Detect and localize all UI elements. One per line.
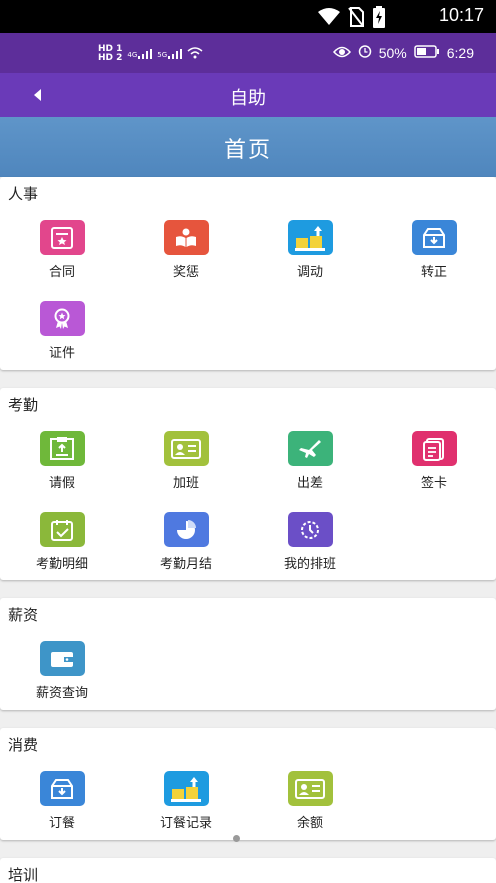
regularize-icon (411, 220, 457, 255)
banner-title: 首页 (223, 138, 272, 163)
monthly-close-label: 考勤月结 (159, 557, 212, 572)
battery-charging-icon (372, 6, 386, 32)
section-title: 薪资 (8, 606, 39, 624)
trip-plane-icon (287, 431, 333, 466)
contract-item[interactable]: 合同 (12, 220, 112, 280)
section-title: 培训 (8, 866, 39, 883)
signal-5g-icon: 5G (157, 49, 183, 59)
signal-4g-icon: 4G (127, 49, 153, 59)
alarm-icon (358, 44, 372, 61)
section-personnel: 人事 合同 奖惩 调动 转正 证件 (0, 177, 496, 370)
schedule-clock-icon (287, 512, 333, 547)
order-meal-item[interactable]: 订餐 (12, 771, 112, 831)
section-attendance: 考勤 请假 加班 出差 签卡 考勤明细 考勤月结 我的排班 (0, 388, 496, 580)
section-consumption: 消费 订餐 订餐记录 余额 (0, 728, 496, 840)
battery-icon (414, 44, 440, 61)
sign-card-item[interactable]: 签卡 (384, 431, 484, 491)
reward-book-icon (163, 220, 209, 255)
page-title: 自助 (230, 88, 266, 109)
overtime-item[interactable]: 加班 (136, 431, 236, 491)
balance-card-icon (287, 771, 333, 806)
my-schedule-item[interactable]: 我的排班 (260, 512, 360, 572)
certificate-label: 证件 (48, 346, 75, 361)
balance-item[interactable]: 余额 (260, 771, 360, 831)
regularize-item[interactable]: 转正 (384, 220, 484, 280)
net-label-1: 4G (127, 51, 138, 59)
balance-label: 余额 (296, 816, 323, 831)
trip-label: 出差 (296, 476, 323, 491)
wallet-icon (39, 641, 85, 676)
system-status-bar: 10:17 (0, 0, 496, 33)
transfer-item[interactable]: 调动 (260, 220, 360, 280)
transfer-label: 调动 (296, 265, 323, 280)
system-clock: 10:17 (438, 5, 484, 25)
contract-label: 合同 (48, 265, 75, 280)
certificate-item[interactable]: 证件 (12, 301, 112, 361)
phone-clock: 6:29 (446, 44, 474, 61)
overtime-icon (163, 431, 209, 466)
certificate-icon (39, 301, 85, 336)
attendance-detail-label: 考勤明细 (35, 557, 88, 572)
monthly-pie-icon (163, 512, 209, 547)
order-meal-label: 订餐 (48, 816, 75, 831)
attendance-detail-item[interactable]: 考勤明细 (12, 512, 112, 572)
salary-query-item[interactable]: 薪资查询 (12, 641, 112, 701)
overtime-label: 加班 (172, 476, 199, 491)
section-training: 培训 (0, 858, 496, 883)
section-title: 考勤 (8, 396, 39, 414)
leave-item[interactable]: 请假 (12, 431, 112, 491)
trip-item[interactable]: 出差 (260, 431, 360, 491)
sign-card-icon (411, 431, 457, 466)
phone-status-bar: HD 1 HD 2 4G 5G 50% 6:29 (0, 33, 496, 73)
section-title: 人事 (8, 185, 39, 203)
order-record-icon (163, 771, 209, 806)
wifi-icon (318, 8, 340, 30)
hd-signal-icon: HD 1 HD 2 (98, 45, 122, 63)
sign-card-label: 签卡 (420, 476, 447, 491)
reward-label: 奖惩 (172, 265, 199, 280)
order-record-item[interactable]: 订餐记录 (136, 771, 236, 831)
order-tray-icon (39, 771, 85, 806)
section-title: 消费 (8, 736, 39, 754)
wifi-status-icon (187, 46, 203, 62)
app-title-bar: 自助 (0, 73, 496, 117)
home-banner: 首页 (0, 117, 496, 177)
contract-icon (39, 220, 85, 255)
order-record-label: 订餐记录 (159, 816, 212, 831)
monthly-close-item[interactable]: 考勤月结 (136, 512, 236, 572)
hd2-label: HD 2 (98, 53, 123, 63)
attendance-detail-icon (39, 512, 85, 547)
regularize-label: 转正 (420, 265, 447, 280)
salary-query-label: 薪资查询 (35, 686, 88, 701)
eye-icon (332, 45, 351, 61)
no-sim-icon (348, 7, 364, 31)
page-indicator-dot (233, 835, 240, 842)
reward-item[interactable]: 奖惩 (136, 220, 236, 280)
battery-percent: 50% (378, 44, 407, 61)
section-salary: 薪资 薪资查询 (0, 598, 496, 710)
leave-icon (39, 431, 85, 466)
transfer-icon (287, 220, 333, 255)
leave-label: 请假 (48, 476, 75, 491)
my-schedule-label: 我的排班 (283, 557, 336, 572)
net-label-2: 5G (157, 51, 168, 59)
